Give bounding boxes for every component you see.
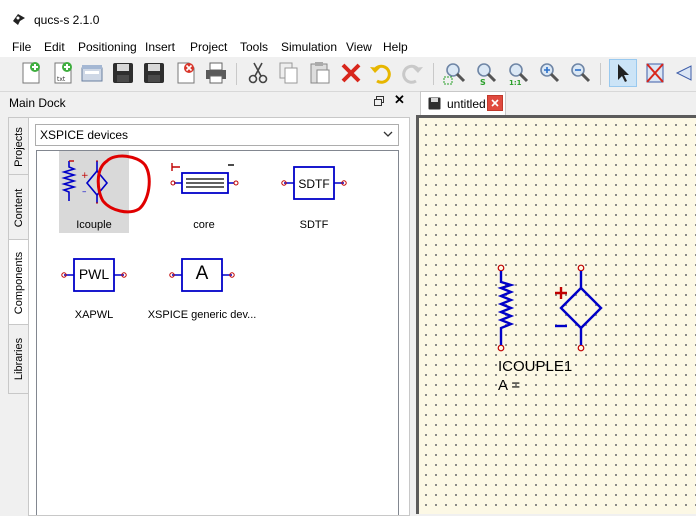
tab-libraries[interactable]: Libraries — [8, 324, 28, 394]
component-sdtf[interactable]: SDTF SDTF — [274, 151, 354, 233]
menu-help[interactable]: Help — [383, 40, 408, 54]
sdtf-symbol-text: SDTF — [298, 177, 330, 191]
dock-tab-bar: Projects Content Components Libraries — [8, 117, 28, 514]
title-bar: qucs-s 2.1.0 — [0, 0, 696, 36]
tab-components-label: Components — [12, 251, 25, 314]
new-text-icon[interactable]: txt — [50, 60, 76, 86]
cut-icon[interactable] — [245, 60, 271, 86]
toolbar-separator — [600, 63, 601, 85]
menu-edit[interactable]: Edit — [44, 40, 65, 54]
menu-project[interactable]: Project — [190, 40, 227, 54]
component-parameter-label: A = — [498, 377, 521, 394]
paste-icon[interactable] — [307, 60, 333, 86]
svg-text:–: – — [82, 187, 87, 197]
print-icon[interactable] — [203, 60, 229, 86]
save-icon[interactable] — [110, 60, 136, 86]
chevron-down-icon — [383, 131, 393, 137]
component-icouple[interactable]: + – Icouple — [59, 151, 151, 233]
zoom-out-icon[interactable] — [567, 60, 593, 86]
close-document-icon[interactable] — [173, 60, 199, 86]
schematic-canvas[interactable]: ICOUPLE1 A = — [416, 115, 696, 514]
tab-projects-label: Projects — [12, 126, 25, 167]
component-name-label: ICOUPLE1 — [498, 358, 573, 375]
open-icon[interactable] — [79, 60, 105, 86]
svg-text:1:1: 1:1 — [509, 79, 522, 86]
tab-libraries-label: Libraries — [12, 337, 25, 381]
float-icon[interactable] — [373, 95, 385, 107]
toolbar-separator — [236, 63, 237, 85]
component-xspice-generic[interactable]: A XSPICE generic dev... — [144, 251, 260, 323]
window-title: qucs-s 2.1.0 — [34, 13, 100, 27]
svg-text:S: S — [480, 78, 486, 86]
svg-text:txt: txt — [57, 76, 66, 83]
document-tab[interactable]: untitled — [420, 91, 506, 116]
icouple-component[interactable] — [491, 260, 611, 360]
dock-title: Main Dock — [9, 96, 66, 110]
tab-close-icon[interactable] — [487, 95, 503, 111]
copy-icon[interactable] — [276, 60, 302, 86]
component-label: XSPICE generic dev... — [147, 309, 257, 321]
qucs-app-icon — [13, 14, 25, 25]
red-circle-annotation — [96, 154, 151, 214]
menu-simulation[interactable]: Simulation — [281, 40, 337, 54]
tab-projects[interactable]: Projects — [8, 117, 28, 176]
tab-content-label: Content — [12, 188, 25, 227]
pwl-symbol-text: PWL — [78, 266, 110, 282]
svg-text:+: + — [81, 171, 89, 181]
menu-insert[interactable]: Insert — [145, 40, 175, 54]
component-label: Icouple — [76, 219, 112, 231]
zoom-fit-icon[interactable] — [442, 60, 468, 86]
close-icon[interactable]: ✕ — [394, 93, 406, 106]
library-select-value: XSPICE devices — [40, 128, 129, 142]
select-icon[interactable] — [609, 59, 637, 87]
redo-icon[interactable] — [399, 60, 425, 86]
document-tab-label: untitled — [447, 97, 486, 111]
library-select[interactable]: XSPICE devices — [35, 124, 399, 146]
zoom-one-icon[interactable]: 1:1 — [505, 60, 531, 87]
component-label: SDTF — [299, 219, 329, 231]
zoom-in-icon[interactable] — [536, 60, 562, 86]
new-document-icon[interactable] — [18, 60, 44, 86]
menu-tools[interactable]: Tools — [240, 40, 268, 54]
toolbar: txt S 1:1 — [0, 57, 696, 92]
tab-content[interactable]: Content — [8, 174, 28, 241]
component-label: XAPWL — [74, 309, 114, 321]
save-all-icon[interactable] — [141, 60, 167, 86]
mirror-icon[interactable] — [673, 60, 696, 86]
menu-bar: File Edit Positioning Insert Project Too… — [0, 36, 696, 57]
tab-components[interactable]: Components — [8, 239, 28, 326]
component-xapwl[interactable]: PWL XAPWL — [54, 251, 134, 323]
save-icon — [428, 97, 441, 110]
zoom-selection-icon[interactable]: S — [473, 60, 499, 87]
deactivate-icon[interactable] — [642, 60, 668, 86]
component-list: + – Icouple core SDTF SDTF PWL XAPWL A X… — [36, 150, 399, 515]
component-label: core — [193, 219, 215, 231]
delete-icon[interactable] — [338, 60, 364, 86]
menu-positioning[interactable]: Positioning — [78, 40, 137, 54]
component-core[interactable]: core — [164, 151, 244, 233]
undo-icon[interactable] — [368, 60, 394, 86]
menu-view[interactable]: View — [346, 40, 372, 54]
menu-file[interactable]: File — [12, 40, 31, 54]
toolbar-separator — [433, 63, 434, 85]
core-symbol-icon — [170, 163, 239, 194]
generic-device-symbol-text: A — [195, 263, 209, 284]
